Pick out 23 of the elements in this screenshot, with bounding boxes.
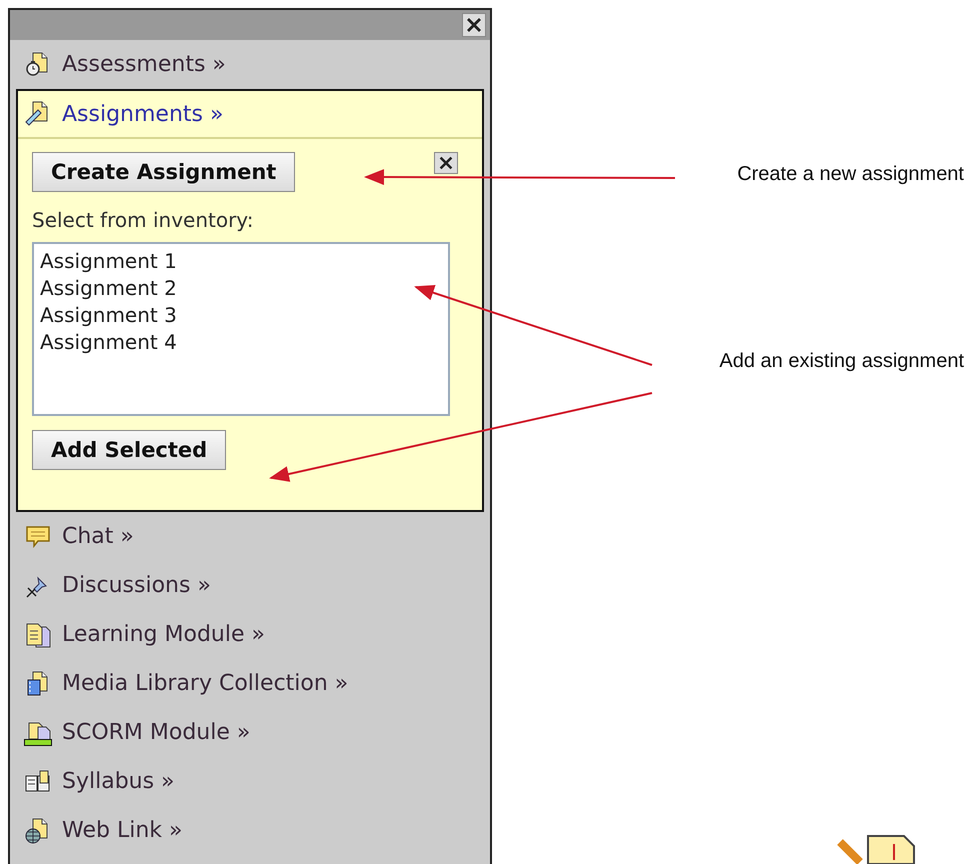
add-selected-button[interactable]: Add Selected: [32, 430, 226, 470]
inventory-label: Select from inventory:: [32, 208, 254, 232]
close-icon: [437, 154, 455, 172]
menu-item-link[interactable]: Web Link »: [62, 818, 182, 843]
inventory-option[interactable]: Assignment 1: [40, 248, 442, 275]
inventory-option[interactable]: Assignment 2: [40, 275, 442, 302]
close-button[interactable]: [462, 13, 486, 37]
annotation-text: Add an existing assignment: [719, 350, 964, 373]
menu-item-link[interactable]: SCORM Module »: [62, 720, 250, 745]
inventory-list[interactable]: Assignment 1 Assignment 2 Assignment 3 Assignment 4: [32, 242, 450, 416]
inventory-option[interactable]: Assignment 4: [40, 329, 442, 356]
annotation-text: Create a new assignment: [737, 163, 964, 186]
menu-item-link[interactable]: Discussions »: [62, 573, 211, 598]
menu-item-link[interactable]: Chat »: [62, 524, 134, 549]
inventory-option[interactable]: Assignment 3: [40, 302, 442, 329]
menu-item-link[interactable]: Learning Module »: [62, 622, 265, 647]
close-button[interactable]: [434, 152, 458, 174]
menu-item-link[interactable]: Assignments »: [62, 102, 224, 126]
menu-item-link[interactable]: Assessments »: [62, 52, 226, 77]
create-assignment-button[interactable]: Create Assignment: [32, 152, 296, 192]
documents-icon: [24, 620, 52, 648]
menu-item-link[interactable]: Media Library Collection »: [62, 671, 348, 696]
menu-item-link[interactable]: Syllabus »: [62, 769, 175, 794]
